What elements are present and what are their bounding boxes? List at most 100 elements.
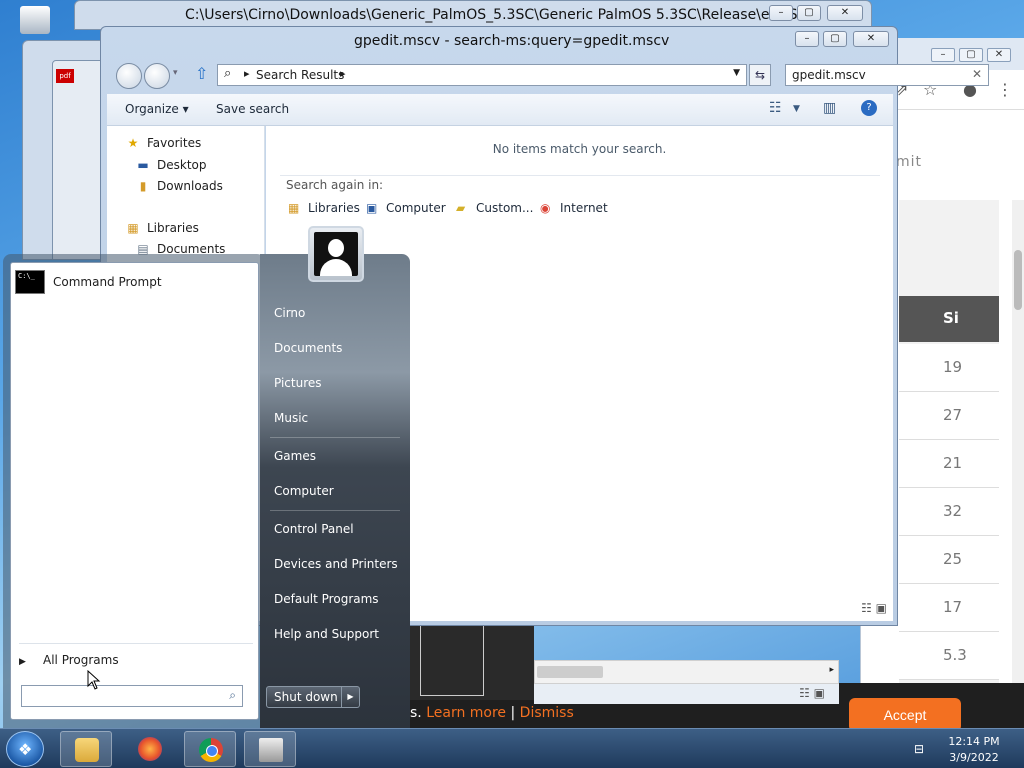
taskbar-app[interactable] (244, 731, 296, 767)
link-pictures[interactable]: Pictures (274, 376, 322, 390)
search-in-computer[interactable]: ▣ Computer (366, 201, 446, 215)
back-button[interactable] (116, 63, 142, 89)
close-button[interactable]: ✕ (853, 31, 889, 47)
forward-button[interactable] (144, 63, 170, 89)
link-user-folder[interactable]: Cirno (274, 306, 305, 320)
link-default-programs[interactable]: Default Programs (274, 592, 379, 606)
taskbar: ❖ (0, 728, 1024, 768)
link-documents[interactable]: Documents (274, 341, 342, 355)
divider (270, 510, 400, 511)
scroll-thumb[interactable] (537, 666, 603, 678)
search-icon: ⌕ (224, 66, 232, 81)
downloads-folder-icon: ▮ (139, 179, 147, 193)
no-items-message: No items match your search. (492, 142, 667, 156)
address-bar[interactable]: ⌕ ▸ Search Results ▸ ▼ (217, 64, 747, 86)
shutdown-button[interactable]: Shut down (266, 686, 342, 708)
save-search-button[interactable]: Save search (216, 102, 289, 116)
link-control-panel[interactable]: Control Panel (274, 522, 354, 536)
maximize-button[interactable]: ▢ (959, 48, 983, 62)
triangle-right-icon: ▶ (19, 657, 26, 667)
view-options-icon[interactable]: ☷ (769, 100, 782, 116)
network-icon[interactable]: ⊟ (914, 742, 924, 756)
taskbar-chrome[interactable] (184, 731, 236, 767)
location-label: Computer (386, 201, 446, 215)
dismiss-link[interactable]: Dismiss (520, 705, 574, 721)
nav-downloads[interactable]: ▮ Downloads (135, 179, 223, 193)
link-computer[interactable]: Computer (274, 484, 334, 498)
browser-scrollbar[interactable] (1012, 200, 1024, 730)
minimize-button[interactable]: – (795, 31, 819, 47)
organize-label: Organize (125, 102, 179, 116)
maximize-button[interactable]: ▢ (823, 31, 847, 47)
chevron-right-icon[interactable]: ▸ (829, 665, 834, 675)
horizontal-scrollbar[interactable]: ▸ (534, 660, 839, 684)
background-window-content (410, 626, 534, 700)
divider (280, 175, 880, 176)
table-header: Si (899, 296, 999, 342)
view-toggle[interactable]: ☷ ▣ (861, 601, 887, 615)
link-help-support[interactable]: Help and Support (274, 627, 379, 641)
system-clock[interactable]: 12:14 PM 3/9/2022 (944, 734, 1004, 766)
menu-icon[interactable]: ⋮ (997, 80, 1013, 99)
start-search-input[interactable]: ⌕ (21, 685, 243, 707)
accept-button[interactable]: Accept (849, 698, 961, 732)
nav-libraries[interactable]: ▦ Libraries (125, 221, 199, 235)
all-programs-label: All Programs (43, 653, 119, 667)
clear-search-icon[interactable]: ✕ (972, 67, 982, 81)
preview-pane-icon[interactable]: ▥ (823, 100, 836, 116)
partial-button-text[interactable]: mit (896, 154, 922, 170)
program-label: Command Prompt (53, 275, 162, 289)
chevron-right-icon[interactable]: ▸ (244, 67, 250, 80)
organize-button[interactable]: Organize ▾ (125, 102, 189, 116)
minimize-button[interactable]: – (931, 48, 955, 62)
nav-label: Favorites (147, 136, 202, 150)
search-in-internet[interactable]: ◉ Internet (540, 201, 608, 215)
link-games[interactable]: Games (274, 449, 316, 463)
chevron-down-icon[interactable]: ▼ (793, 104, 800, 114)
learn-more-link[interactable]: Learn more (426, 705, 506, 721)
thumbnail-view-icon[interactable]: ▣ (876, 601, 887, 615)
breadcrumb[interactable]: Search Results (256, 68, 344, 82)
minimize-button[interactable]: – (769, 5, 793, 21)
close-button[interactable]: ✕ (827, 5, 863, 21)
link-music[interactable]: Music (274, 411, 308, 425)
separator: | (506, 705, 520, 721)
search-in-custom[interactable]: ▰ Custom... (456, 201, 533, 215)
search-input[interactable]: gpedit.mscv ✕ (785, 64, 989, 86)
location-label: Custom... (476, 201, 534, 215)
taskbar-explorer[interactable] (60, 731, 112, 767)
cookie-text: s. Learn more | Dismiss (410, 705, 574, 721)
command-bar: Organize ▾ Save search ☷ ▼ ▥ ? (107, 94, 893, 126)
user-avatar (314, 232, 358, 276)
taskbar-firefox[interactable] (124, 731, 176, 767)
clock-time: 12:14 PM (948, 735, 1000, 748)
chrome-icon (199, 738, 223, 762)
table-row: 17 (899, 584, 999, 632)
user-picture[interactable] (308, 226, 364, 282)
recent-pages-icon[interactable]: ▾ (173, 68, 178, 78)
recycle-bin-icon[interactable] (20, 6, 50, 34)
all-programs-button[interactable]: ▶ All Programs (19, 653, 119, 667)
folder-icon (75, 738, 99, 762)
close-button[interactable]: ✕ (987, 48, 1011, 62)
start-button[interactable]: ❖ (6, 731, 44, 767)
scroll-thumb[interactable] (1014, 250, 1022, 310)
search-icon[interactable]: ⌕ (229, 688, 236, 703)
up-arrow-icon[interactable]: ⇧ (195, 64, 208, 83)
divider (19, 643, 253, 644)
view-toggle-icon[interactable]: ☷ ▣ (799, 686, 825, 700)
program-command-prompt[interactable]: C:\_ Command Prompt (13, 267, 257, 297)
refresh-button[interactable]: ⇆ (749, 64, 771, 86)
search-in-libraries[interactable]: ▦ Libraries (288, 201, 360, 215)
shutdown-options-button[interactable]: ▶ (342, 686, 360, 708)
nav-desktop[interactable]: ▬ Desktop (135, 158, 206, 172)
location-label: Libraries (308, 201, 360, 215)
link-devices-printers[interactable]: Devices and Printers (274, 557, 398, 571)
nav-favorites[interactable]: ★ Favorites (125, 136, 202, 150)
chevron-right-icon[interactable]: ▸ (340, 67, 346, 80)
chevron-down-icon[interactable]: ▼ (733, 68, 740, 78)
details-view-icon[interactable]: ☷ (861, 601, 872, 615)
help-icon[interactable]: ? (861, 100, 877, 116)
maximize-button[interactable]: ▢ (797, 5, 821, 21)
avatar-body (320, 259, 352, 276)
